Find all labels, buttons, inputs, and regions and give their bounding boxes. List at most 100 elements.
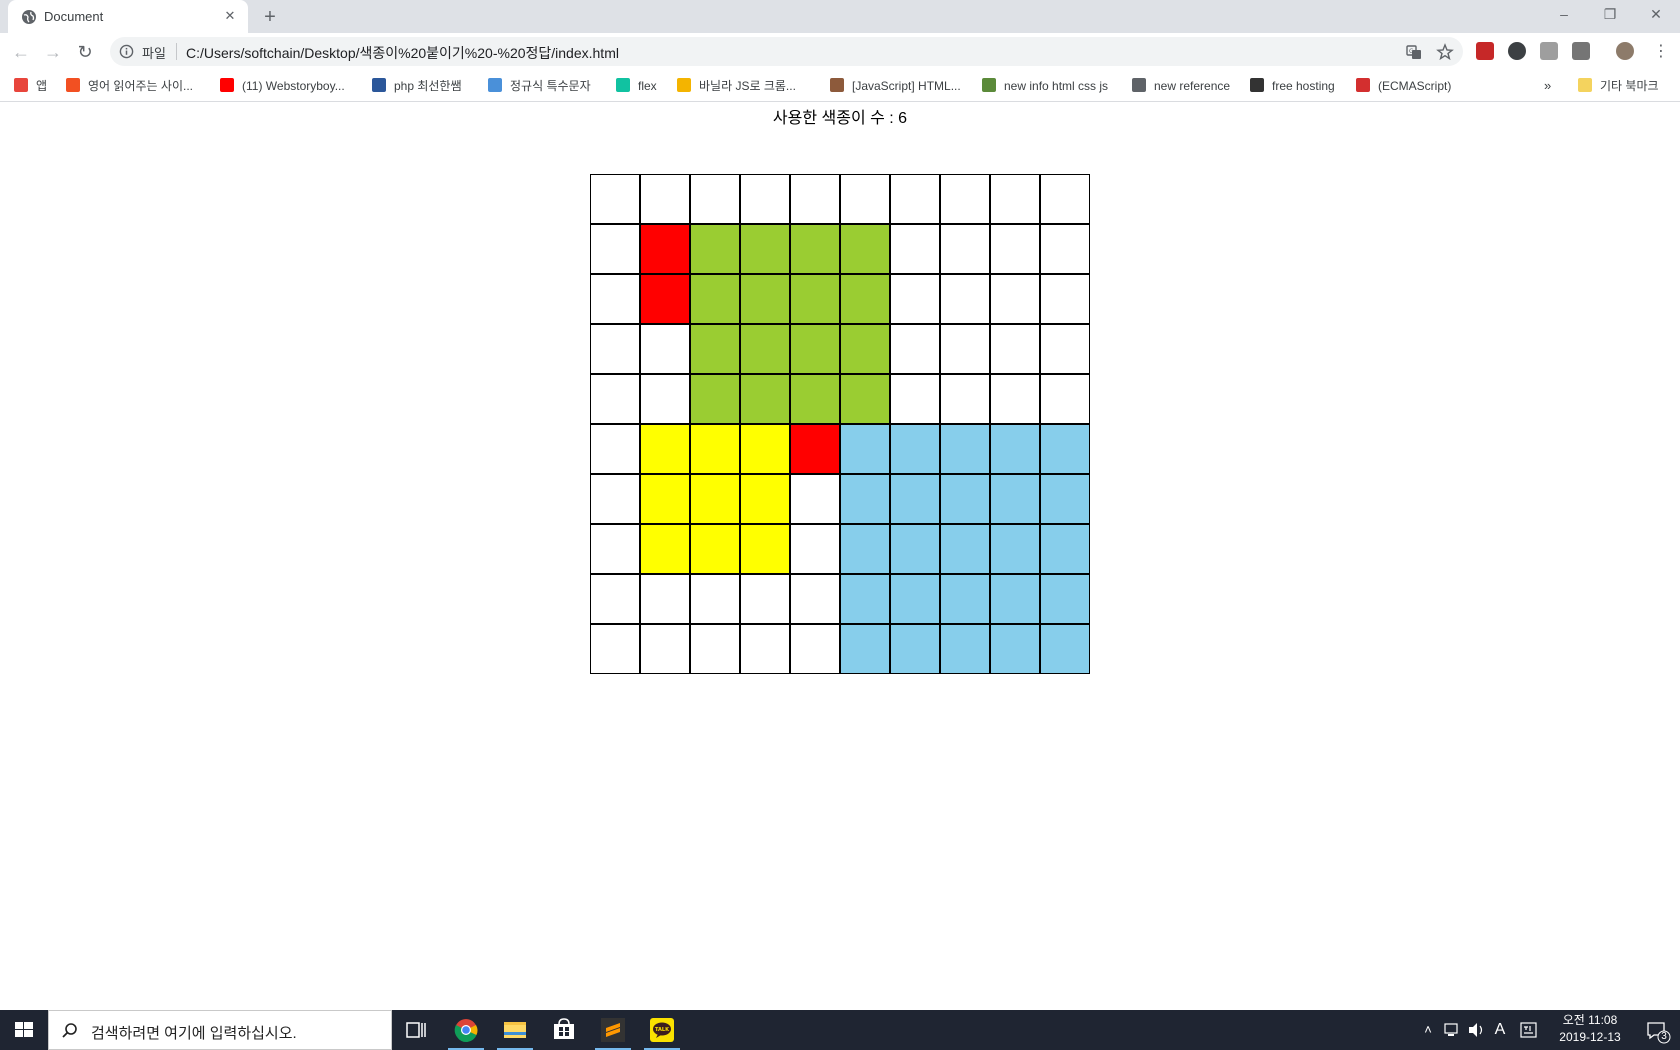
grid-cell	[640, 424, 690, 474]
info-icon[interactable]	[119, 44, 134, 59]
system-clock[interactable]: 오전 11:08 2019-12-13	[1546, 1012, 1634, 1046]
grid-cell	[1040, 174, 1090, 224]
grid-cell	[740, 274, 790, 324]
grid-cell	[740, 224, 790, 274]
kakaotalk-taskbar-button[interactable]: TALK	[638, 1010, 686, 1050]
bookmark-item[interactable]: new info html css js	[982, 77, 1108, 95]
grid-cell	[940, 324, 990, 374]
grid-cell	[840, 224, 890, 274]
restore-button[interactable]: ❐	[1587, 0, 1633, 30]
file-explorer-icon	[504, 1022, 526, 1038]
bookmark-item[interactable]: php 최선한쌤	[372, 77, 462, 95]
browser-toolbar: ← → ↻ 파일 C:/Users/softchain/Desktop/색종이%…	[0, 33, 1680, 70]
file-explorer-taskbar-button[interactable]	[491, 1010, 539, 1050]
new-tab-button[interactable]: +	[259, 6, 281, 28]
grid-cell	[1040, 524, 1090, 574]
grid-cell	[1040, 474, 1090, 524]
grid-cell	[890, 174, 940, 224]
bookmark-item[interactable]: 앱	[14, 77, 47, 95]
extension-dark-icon[interactable]	[1508, 42, 1526, 60]
bookmark-label: new reference	[1154, 79, 1231, 93]
grid-cell	[590, 274, 640, 324]
grid-cell	[1040, 374, 1090, 424]
taskbar-search[interactable]: 검색하려면 여기에 입력하십시오.	[48, 1010, 392, 1050]
grid-cell	[740, 324, 790, 374]
grid-cell	[690, 474, 740, 524]
volume-icon[interactable]	[1466, 1010, 1486, 1050]
network-icon[interactable]	[1442, 1010, 1462, 1050]
grid-cell	[590, 574, 640, 624]
grid-cell	[740, 524, 790, 574]
bookmark-label: new info html css js	[1004, 79, 1109, 93]
browser-tab[interactable]: Document ✕	[8, 0, 248, 33]
clock-time: 오전 11:08	[1562, 1013, 1618, 1027]
notification-icon	[1647, 1022, 1671, 1044]
profile-avatar-icon[interactable]	[1616, 42, 1634, 60]
grid-cell	[990, 474, 1040, 524]
extension-gray-icon[interactable]	[1540, 42, 1558, 60]
store-taskbar-button[interactable]	[540, 1010, 588, 1050]
task-view-icon[interactable]	[392, 1010, 440, 1050]
grid-cell	[740, 374, 790, 424]
minimize-button[interactable]: –	[1541, 0, 1587, 30]
tab-close-icon[interactable]: ✕	[222, 8, 238, 24]
grid-cell	[790, 424, 840, 474]
bookmark-item[interactable]: 영어 읽어주는 사이...	[66, 77, 193, 95]
bookmarks-overflow-button[interactable]: »	[1544, 77, 1551, 95]
ime-mode-indicator[interactable]: A	[1490, 1010, 1510, 1050]
grid-cell	[890, 524, 940, 574]
grid-cell	[940, 424, 990, 474]
bookmark-label: free hosting	[1272, 79, 1335, 93]
other-bookmarks[interactable]: 기타 북마크	[1578, 77, 1659, 95]
grid-cell	[790, 174, 840, 224]
search-placeholder: 검색하려면 여기에 입력하십시오.	[91, 1025, 297, 1042]
extension-photo-icon[interactable]	[1572, 42, 1590, 60]
grid-cell	[940, 174, 990, 224]
forward-button[interactable]: →	[40, 39, 66, 65]
grid-cell	[690, 224, 740, 274]
bookmark-item[interactable]: free hosting	[1250, 77, 1335, 95]
chrome-taskbar-button[interactable]	[442, 1010, 490, 1050]
bookmark-item[interactable]: (ECMAScript)	[1356, 77, 1451, 95]
address-bar[interactable]: 파일 C:/Users/softchain/Desktop/색종이%20붙이기%…	[110, 37, 1463, 66]
back-button[interactable]: ←	[8, 39, 34, 65]
star-icon[interactable]	[1436, 43, 1454, 61]
grid-cell	[790, 524, 840, 574]
bookmark-item[interactable]: [JavaScript] HTML...	[830, 77, 961, 95]
page-title: 사용한 색종이 수 : 6	[772, 110, 908, 127]
close-window-button[interactable]: ✕	[1633, 0, 1679, 30]
bookmark-item[interactable]: 바닐라 JS로 크롬...	[677, 77, 796, 95]
url-text[interactable]: C:/Users/softchain/Desktop/색종이%20붙이기%20-…	[186, 43, 619, 63]
grid-cell	[690, 524, 740, 574]
bookmark-item[interactable]: new reference	[1132, 77, 1230, 95]
action-center-button[interactable]: 3	[1638, 1010, 1674, 1050]
grid-cell	[640, 574, 690, 624]
bookmark-item[interactable]: 정규식 특수문자	[488, 77, 591, 95]
extension-red-icon[interactable]	[1476, 42, 1494, 60]
grid-cell	[840, 424, 890, 474]
grid-cell	[840, 374, 890, 424]
grid-cell	[590, 374, 640, 424]
translate-icon[interactable]: G	[1405, 43, 1423, 61]
grid-cell	[790, 324, 840, 374]
apps-grid-icon	[14, 78, 28, 92]
tab-title: Document	[44, 9, 104, 24]
bookmark-item[interactable]: flex	[616, 77, 657, 95]
bookmark-item[interactable]: (11) Webstoryboy...	[220, 77, 345, 95]
menu-kebab-icon[interactable]: ⋮	[1648, 39, 1674, 65]
grid-cell	[690, 174, 740, 224]
grid-cell	[590, 324, 640, 374]
reload-button[interactable]: ↻	[72, 39, 98, 65]
ime-hangul-icon[interactable]	[1518, 1010, 1540, 1050]
other-bookmarks-label: 기타 북마크	[1600, 79, 1659, 93]
grid-cell	[990, 324, 1040, 374]
sublime-taskbar-button[interactable]	[589, 1010, 637, 1050]
notification-count: 3	[1661, 1031, 1667, 1042]
windows-start-icon[interactable]	[0, 1010, 48, 1050]
grid-cell	[740, 174, 790, 224]
chrome-icon	[454, 1019, 478, 1043]
tray-chevron-icon[interactable]: ˄	[1418, 1010, 1438, 1050]
bookmark-label: [JavaScript] HTML...	[852, 79, 961, 93]
grid-cell	[640, 374, 690, 424]
grid-cell	[990, 374, 1040, 424]
